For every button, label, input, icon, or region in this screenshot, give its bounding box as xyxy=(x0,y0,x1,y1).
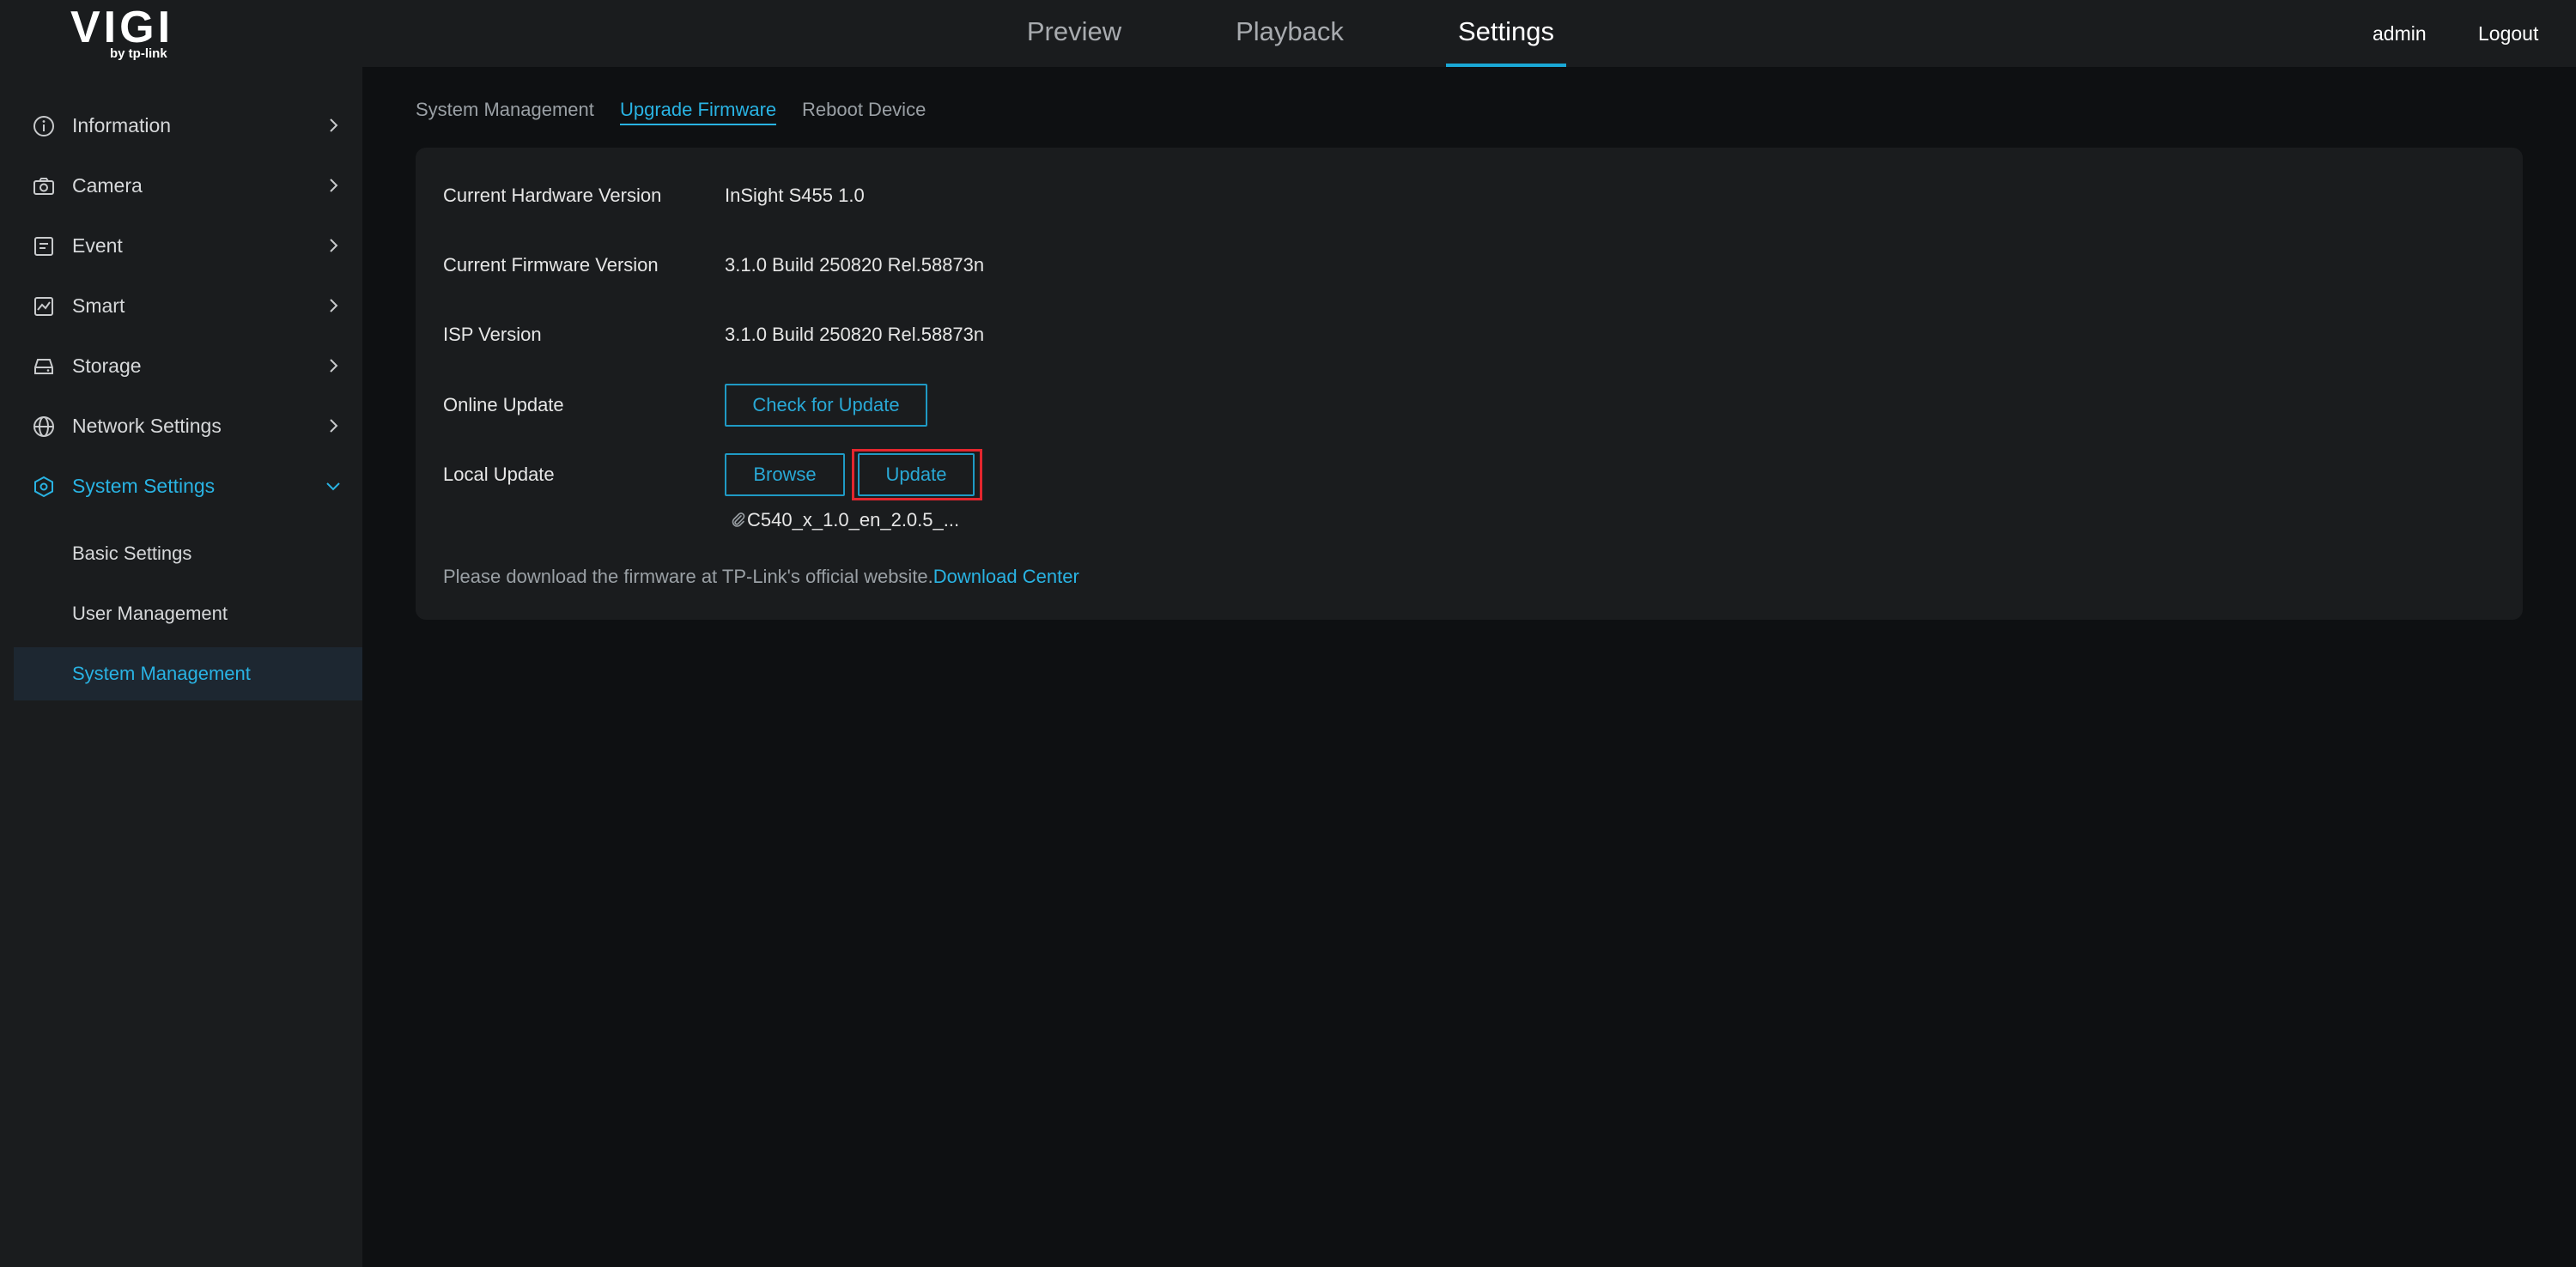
subtab-reboot-device[interactable]: Reboot Device xyxy=(802,94,926,125)
sidebar-subitem-label: Basic Settings xyxy=(72,543,192,564)
subtab-system-management[interactable]: System Management xyxy=(416,94,594,125)
sidebar-subitem-user-management[interactable]: User Management xyxy=(14,587,362,640)
sidebar-subitem-label: System Management xyxy=(72,663,251,684)
tab-playback[interactable]: Playback xyxy=(1218,0,1362,67)
sidebar-item-network-settings[interactable]: Network Settings xyxy=(14,398,362,453)
sidebar-item-label: Camera xyxy=(72,174,143,197)
sidebar-item-system-settings[interactable]: System Settings xyxy=(14,458,362,513)
tab-preview-label: Preview xyxy=(1026,16,1122,46)
hardware-version-value: InSight S455 1.0 xyxy=(725,185,865,206)
active-tab-underline xyxy=(1446,64,1566,67)
smart-icon xyxy=(34,297,53,316)
camera-icon xyxy=(33,178,54,195)
chevron-right-icon xyxy=(330,118,338,132)
hexagon-gear-icon xyxy=(34,476,53,498)
online-update-label: Online Update xyxy=(443,394,564,415)
subtab-upgrade-firmware[interactable]: Upgrade Firmware xyxy=(620,94,777,125)
tab-settings-label: Settings xyxy=(1457,16,1554,46)
chevron-right-icon xyxy=(330,299,338,312)
vigi-logo: VIGI by tp-link xyxy=(62,5,191,62)
logo-text: VIGI xyxy=(70,3,174,52)
user-name[interactable]: admin xyxy=(2372,0,2427,67)
event-icon xyxy=(34,237,53,256)
check-for-update-button[interactable]: Check for Update xyxy=(725,384,927,427)
tab-preview[interactable]: Preview xyxy=(1010,0,1139,67)
logo-subtext: by tp-link xyxy=(110,46,167,61)
sidebar-item-information[interactable]: Information xyxy=(14,98,362,153)
chevron-right-icon xyxy=(330,239,338,252)
firmware-version-value: 3.1.0 Build 250820 Rel.58873n xyxy=(725,254,985,276)
sidebar-item-event[interactable]: Event xyxy=(14,218,362,273)
globe-icon xyxy=(33,416,54,437)
sidebar-subitem-label: User Management xyxy=(72,603,228,624)
download-notice-text: Please download the firmware at TP-Link'… xyxy=(443,566,933,587)
isp-version-label: ISP Version xyxy=(443,324,542,345)
file-name: C540_x_1.0_en_2.0.5_... xyxy=(747,509,960,530)
sidebar-item-smart[interactable]: Smart xyxy=(14,278,362,333)
paperclip-icon xyxy=(732,512,745,527)
hardware-version-label: Current Hardware Version xyxy=(443,185,662,206)
sidebar-subitem-basic-settings[interactable]: Basic Settings xyxy=(14,527,362,580)
firmware-version-label: Current Firmware Version xyxy=(443,254,659,276)
sidebar-item-camera[interactable]: Camera xyxy=(14,158,362,213)
local-update-label: Local Update xyxy=(443,464,555,485)
storage-icon xyxy=(34,359,53,374)
browse-button[interactable]: Browse xyxy=(725,453,845,496)
sidebar-item-label: Event xyxy=(72,234,123,257)
chevron-right-icon xyxy=(330,419,338,433)
chevron-right-icon xyxy=(330,179,338,192)
chevron-right-icon xyxy=(330,359,338,373)
upgrade-firmware-panel: Current Hardware Version InSight S455 1.… xyxy=(416,148,2523,620)
info-icon xyxy=(33,116,54,136)
download-notice: Please download the firmware at TP-Link'… xyxy=(443,563,1079,591)
chevron-down-icon xyxy=(326,482,340,491)
sidebar-item-label: System Settings xyxy=(72,475,216,497)
tab-settings[interactable]: Settings xyxy=(1446,0,1566,67)
top-bar: VIGI by tp-link Preview Playback Setting… xyxy=(0,0,2576,67)
download-center-link[interactable]: Download Center xyxy=(933,566,1079,587)
sidebar-item-storage[interactable]: Storage xyxy=(14,338,362,393)
isp-version-value: 3.1.0 Build 250820 Rel.58873n xyxy=(725,324,985,345)
sidebar-subitem-system-management[interactable]: System Management xyxy=(14,647,362,700)
sidebar: Information Camera Event Smart Storage N… xyxy=(0,67,362,1267)
sidebar-item-label: Information xyxy=(72,114,172,136)
update-button[interactable]: Update xyxy=(858,453,975,496)
logout-link[interactable]: Logout xyxy=(2478,0,2538,67)
sidebar-item-label: Network Settings xyxy=(72,415,222,437)
tab-playback-label: Playback xyxy=(1236,16,1344,46)
sidebar-item-label: Smart xyxy=(72,294,125,317)
sidebar-item-label: Storage xyxy=(72,355,142,377)
